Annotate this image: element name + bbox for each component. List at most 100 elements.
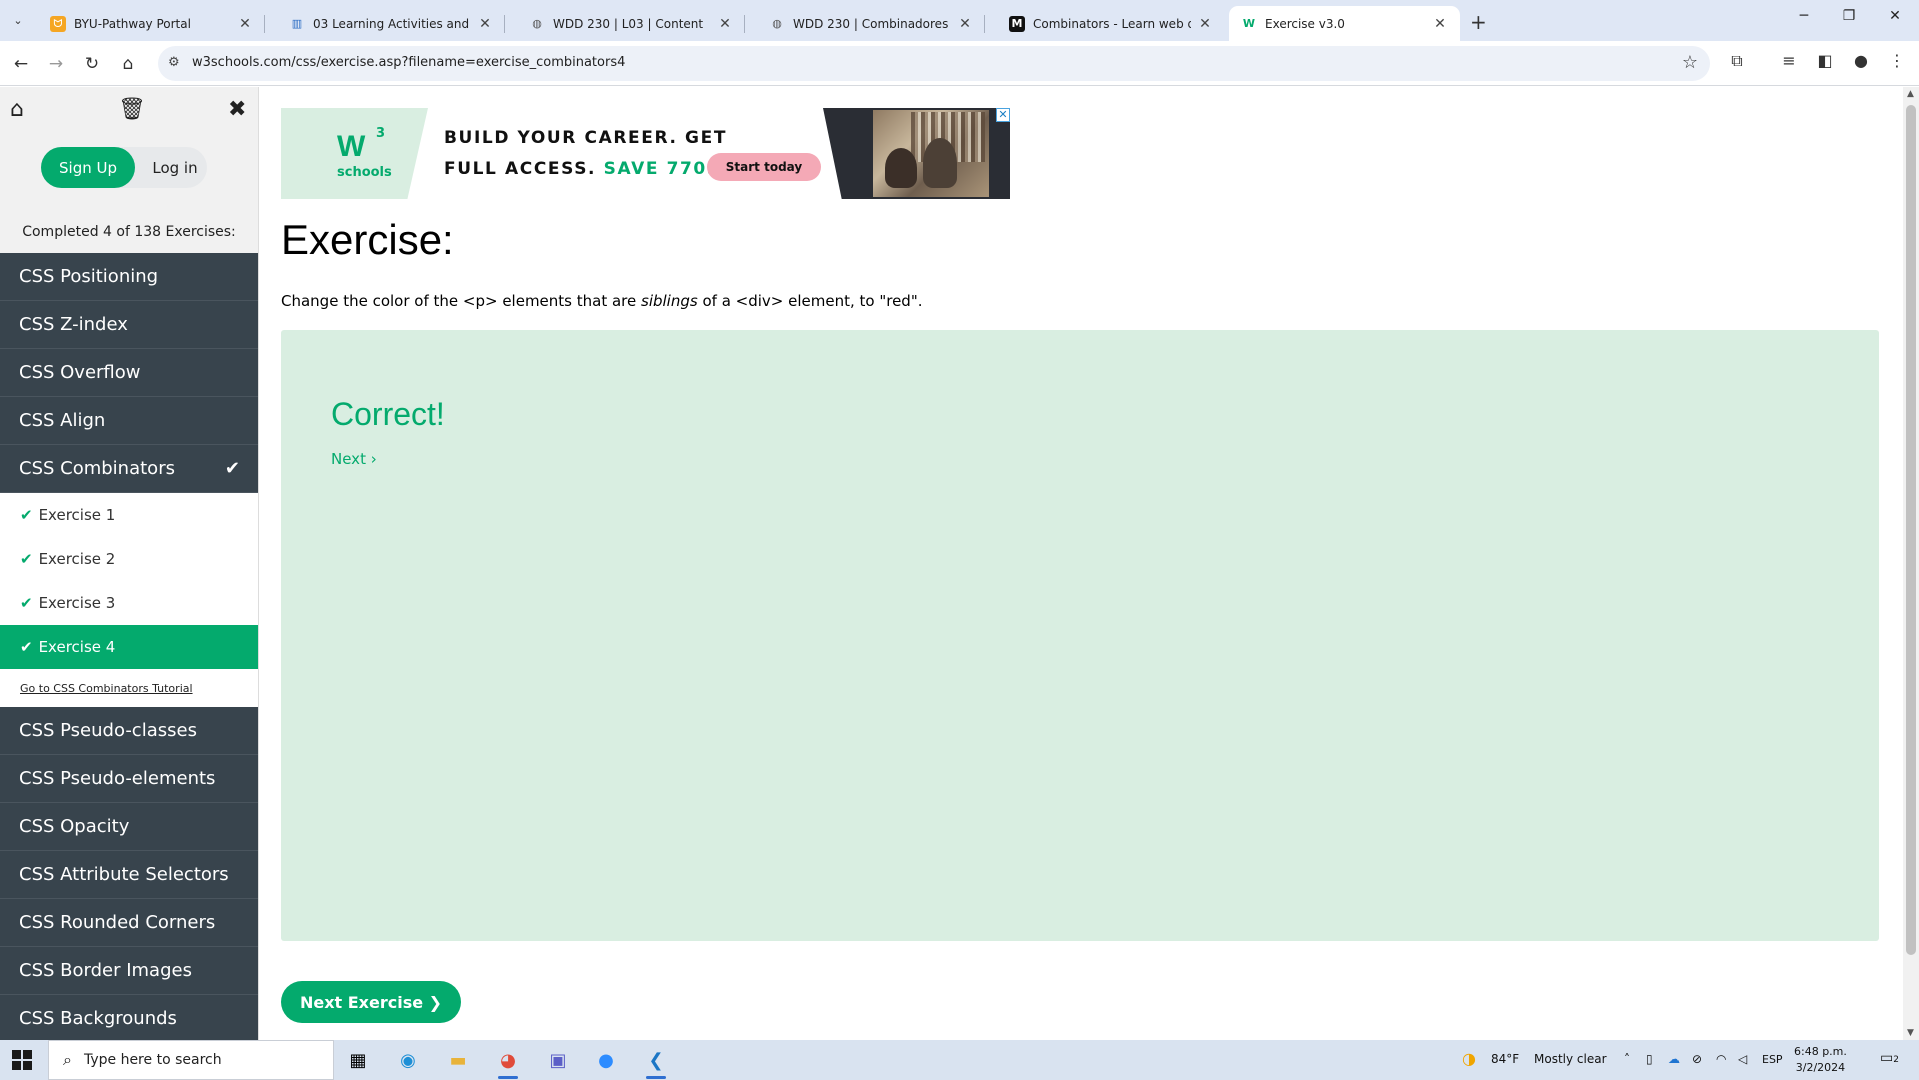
chrome-icon[interactable]: ◕	[490, 1045, 526, 1079]
reload-icon[interactable]: ↻	[79, 51, 105, 77]
canvas-chart-icon: ▥	[291, 17, 303, 30]
home-icon[interactable]: ⌂	[10, 97, 24, 122]
weather-icon[interactable]: ◑	[1462, 1049, 1476, 1068]
logo-wordmark: schools	[337, 165, 392, 180]
scrollbar-thumb[interactable]	[1906, 105, 1916, 955]
close-tab-icon[interactable]: ✕	[477, 16, 493, 32]
url-text[interactable]: w3schools.com/css/exercise.asp?filename=…	[192, 55, 625, 70]
taskbar-search-input[interactable]: ⌕ Type here to search	[48, 1040, 334, 1080]
tab-learning-activities[interactable]: ▥ 03 Learning Activities and Quiz ✕	[277, 6, 505, 41]
extensions-icon[interactable]: ⧉	[1724, 51, 1750, 71]
media-control-icon[interactable]: ≡	[1776, 51, 1802, 70]
tab-byu-pathway[interactable]: ᗢ BYU-Pathway Portal ✕	[38, 6, 265, 41]
start-today-button[interactable]: Start today	[707, 153, 821, 181]
checkmark-icon: ✔	[20, 550, 33, 568]
tab-exercise-active[interactable]: W Exercise v3.0 ✕	[1229, 6, 1460, 41]
tab-title: Exercise v3.0	[1265, 16, 1345, 31]
browser-tab-bar: ⌄ ᗢ BYU-Pathway Portal ✕ ▥ 03 Learning A…	[0, 0, 1919, 41]
windows-start-icon[interactable]	[12, 1050, 32, 1070]
exercise-description: Change the color of the <p> elements tha…	[281, 292, 923, 310]
vscode-icon[interactable]: ❮	[638, 1045, 674, 1079]
volume-icon[interactable]: ◁	[1738, 1052, 1747, 1066]
ad-banner[interactable]: W 3 schools BUILD YOUR CAREER. GET FULL …	[281, 108, 1010, 199]
description-text: of a <div> element, to "red".	[697, 292, 923, 310]
close-icon[interactable]: ✖	[228, 97, 246, 122]
sign-up-button[interactable]: Sign Up	[41, 147, 135, 188]
next-link[interactable]: Next ›	[331, 450, 377, 468]
sidebar-item-css-attribute-selectors[interactable]: CSS Attribute Selectors	[0, 851, 258, 899]
exercise-item-3[interactable]: ✔ Exercise 3	[0, 581, 258, 625]
tray-app-icon[interactable]: ▯	[1646, 1052, 1653, 1066]
exercise-item-1[interactable]: ✔ Exercise 1	[0, 493, 258, 537]
file-explorer-icon[interactable]: ▬	[440, 1045, 476, 1075]
weather-text[interactable]: Mostly clear	[1534, 1052, 1607, 1066]
wifi-icon[interactable]: ◠	[1716, 1052, 1726, 1066]
browser-menu-icon[interactable]: ⋮	[1884, 51, 1910, 70]
home-icon[interactable]: ⌂	[115, 51, 141, 77]
minimize-icon[interactable]: ─	[1789, 8, 1819, 24]
tab-wdd230-combinadores[interactable]: ◍ WDD 230 | Combinadores CSS ✕	[757, 6, 985, 41]
tab-mdn-combinators[interactable]: M Combinators - Learn web devel ✕	[997, 6, 1225, 41]
close-tab-icon[interactable]: ✕	[1197, 16, 1213, 32]
sidebar-item-label: CSS Combinators	[19, 458, 175, 479]
tutorial-link[interactable]: Go to CSS Combinators Tutorial	[0, 669, 258, 707]
tray-chevron-icon[interactable]: ˄	[1624, 1052, 1630, 1066]
notifications-icon[interactable]: ▭2	[1880, 1050, 1899, 1066]
taskbar-clock[interactable]: 6:48 p.m. 3/2/2024	[1794, 1044, 1847, 1076]
ad-photo-person	[885, 148, 917, 188]
scroll-up-icon[interactable]: ▲	[1907, 89, 1914, 99]
back-icon[interactable]: ←	[8, 51, 34, 77]
next-exercise-button[interactable]: Next Exercise ❯	[281, 981, 461, 1023]
page-scrollbar[interactable]: ▲ ▼	[1903, 87, 1919, 1040]
close-tab-icon[interactable]: ✕	[957, 16, 973, 32]
profile-avatar-icon[interactable]: ●	[1848, 51, 1874, 70]
forward-icon[interactable]: →	[43, 51, 69, 77]
description-emphasis: siblings	[641, 292, 698, 310]
sidebar-item-css-rounded-corners[interactable]: CSS Rounded Corners	[0, 899, 258, 947]
sidebar-item-css-border-images[interactable]: CSS Border Images	[0, 947, 258, 995]
page-title: Exercise:	[281, 216, 454, 263]
side-panel-icon[interactable]: ◧	[1812, 51, 1838, 70]
scroll-down-icon[interactable]: ▼	[1907, 1028, 1914, 1038]
bookmark-star-icon[interactable]: ☆	[1682, 52, 1698, 73]
exercise-item-2[interactable]: ✔ Exercise 2	[0, 537, 258, 581]
w3schools-logo: W 3 schools	[281, 108, 428, 199]
pathway-icon: ᗢ	[50, 15, 66, 32]
close-tab-icon[interactable]: ✕	[1432, 16, 1448, 32]
sidebar-item-css-backgrounds[interactable]: CSS Backgrounds	[0, 995, 258, 1040]
tab-search-icon[interactable]: ⌄	[6, 8, 30, 32]
exercise-item-4-active[interactable]: ✔ Exercise 4	[0, 625, 258, 669]
zoom-icon[interactable]: ●	[588, 1045, 624, 1075]
sidebar-toolbar: ⌂ 🗑 ✖	[0, 87, 258, 137]
new-tab-icon[interactable]: +	[1470, 10, 1487, 34]
log-in-button[interactable]: Log in	[143, 147, 207, 188]
teams-icon[interactable]: ▣	[540, 1045, 576, 1075]
sidebar-item-css-pseudo-elements[interactable]: CSS Pseudo-elements	[0, 755, 258, 803]
sidebar-item-css-z-index[interactable]: CSS Z-index	[0, 301, 258, 349]
close-window-icon[interactable]: ✕	[1880, 8, 1910, 24]
restore-icon[interactable]: ❐	[1834, 8, 1864, 24]
sidebar-item-css-combinators[interactable]: CSS Combinators ✔	[0, 445, 258, 493]
sidebar-item-css-positioning[interactable]: CSS Positioning	[0, 253, 258, 301]
weather-temp[interactable]: 84°F	[1491, 1052, 1519, 1066]
checkmark-icon: ✔	[224, 458, 240, 479]
network-off-icon[interactable]: ⊘	[1692, 1052, 1702, 1066]
edge-icon[interactable]: ◉	[390, 1045, 426, 1075]
trash-icon[interactable]: 🗑	[118, 97, 146, 122]
url-bar[interactable]: ⚙ w3schools.com/css/exercise.asp?filenam…	[158, 46, 1710, 81]
close-tab-icon[interactable]: ✕	[717, 16, 733, 32]
tab-title: WDD 230 | Combinadores CSS	[793, 16, 951, 31]
clock-date: 3/2/2024	[1795, 1061, 1846, 1074]
input-language[interactable]: ESP	[1762, 1053, 1783, 1066]
task-view-icon[interactable]: ▦	[340, 1045, 376, 1075]
sidebar-item-css-pseudo-classes[interactable]: CSS Pseudo-classes	[0, 707, 258, 755]
sidebar-item-css-align[interactable]: CSS Align	[0, 397, 258, 445]
ad-close-icon[interactable]: ✕	[996, 108, 1010, 122]
sidebar-item-css-overflow[interactable]: CSS Overflow	[0, 349, 258, 397]
close-tab-icon[interactable]: ✕	[237, 16, 253, 32]
site-info-icon[interactable]: ⚙	[168, 55, 180, 70]
onedrive-icon[interactable]: ☁	[1668, 1052, 1680, 1066]
exercise-sidebar: ⌂ 🗑 ✖ Sign Up Log in Completed 4 of 138 …	[0, 87, 259, 1040]
sidebar-item-css-opacity[interactable]: CSS Opacity	[0, 803, 258, 851]
tab-wdd230-l03[interactable]: ◍ WDD 230 | L03 | Content ✕	[517, 6, 745, 41]
